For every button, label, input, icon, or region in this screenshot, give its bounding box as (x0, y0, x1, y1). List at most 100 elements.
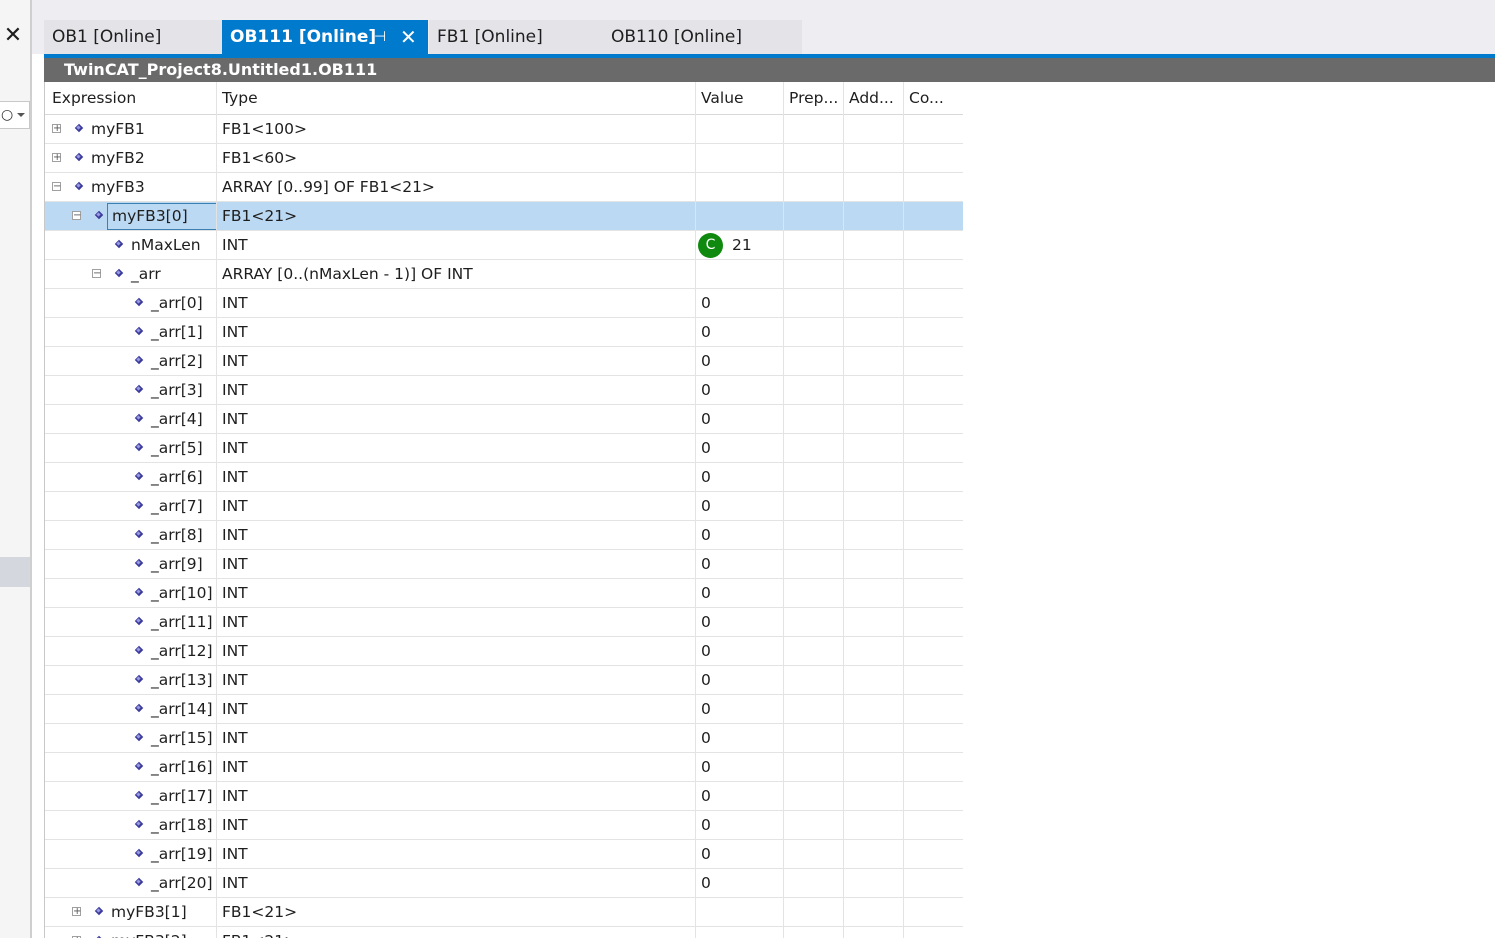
expression-cell[interactable]: _arr[16] (45, 753, 217, 782)
prepared-value-cell[interactable] (784, 724, 844, 753)
pin-icon[interactable]: ⊣ (374, 20, 386, 54)
value-cell[interactable]: C 21 (696, 231, 784, 260)
prepared-value-cell[interactable] (784, 811, 844, 840)
table-row[interactable]: _arr[16] INT 0 (45, 753, 963, 782)
value-cell[interactable]: 0 (696, 579, 784, 608)
expression-cell[interactable]: nMaxLen (45, 231, 217, 260)
table-row[interactable]: _arr[13] INT 0 (45, 666, 963, 695)
prepared-value-cell[interactable] (784, 376, 844, 405)
value-cell[interactable]: 0 (696, 550, 784, 579)
value-cell[interactable]: 0 (696, 318, 784, 347)
expand-icon[interactable]: + (72, 907, 81, 917)
expression-cell[interactable]: _arr[4] (45, 405, 217, 434)
value-cell[interactable]: 0 (696, 405, 784, 434)
value-cell[interactable]: 0 (696, 724, 784, 753)
expression-cell[interactable]: _arr[10] (45, 579, 217, 608)
value-cell[interactable] (696, 202, 784, 231)
table-row[interactable]: _arr[4] INT 0 (45, 405, 963, 434)
table-row[interactable]: _arr[3] INT 0 (45, 376, 963, 405)
table-row[interactable]: _arr[14] INT 0 (45, 695, 963, 724)
prepared-value-cell[interactable] (784, 608, 844, 637)
table-row[interactable]: _arr[5] INT 0 (45, 434, 963, 463)
table-row[interactable]: _arr[12] INT 0 (45, 637, 963, 666)
table-row[interactable]: _arr[0] INT 0 (45, 289, 963, 318)
value-cell[interactable] (696, 144, 784, 173)
value-cell[interactable]: 0 (696, 608, 784, 637)
left-panel-combo[interactable]: ○ (0, 101, 30, 129)
expression-cell[interactable]: _arr[17] (45, 782, 217, 811)
value-cell[interactable]: 0 (696, 869, 784, 898)
prepared-value-cell[interactable] (784, 492, 844, 521)
value-cell[interactable]: 0 (696, 782, 784, 811)
prepared-value-cell[interactable] (784, 753, 844, 782)
value-cell[interactable]: 0 (696, 492, 784, 521)
table-row[interactable]: _arr[10] INT 0 (45, 579, 963, 608)
value-cell[interactable]: 0 (696, 289, 784, 318)
prepared-value-cell[interactable] (784, 115, 844, 144)
table-row[interactable]: _arr[20] INT 0 (45, 869, 963, 898)
prepared-value-cell[interactable] (784, 463, 844, 492)
expression-cell[interactable]: _arr[9] (45, 550, 217, 579)
column-header-prepared-value[interactable]: Prep... (784, 82, 844, 115)
value-cell[interactable]: 0 (696, 347, 784, 376)
collapse-icon[interactable]: − (92, 269, 101, 279)
table-row[interactable]: _arr[2] INT 0 (45, 347, 963, 376)
left-panel-selected-item[interactable] (0, 557, 30, 587)
expression-cell[interactable]: _arr[5] (45, 434, 217, 463)
prepared-value-cell[interactable] (784, 695, 844, 724)
prepared-value-cell[interactable] (784, 550, 844, 579)
table-row[interactable]: _arr[6] INT 0 (45, 463, 963, 492)
tab-ob1[interactable]: OB1 [Online] (44, 20, 222, 54)
expression-cell[interactable]: _arr[3] (45, 376, 217, 405)
expression-cell[interactable]: − _arr (45, 260, 217, 289)
value-cell[interactable]: 0 (696, 753, 784, 782)
prepared-value-cell[interactable] (784, 231, 844, 260)
expression-cell[interactable]: _arr[19] (45, 840, 217, 869)
table-row[interactable]: _arr[9] INT 0 (45, 550, 963, 579)
value-cell[interactable] (696, 260, 784, 289)
prepared-value-cell[interactable] (784, 144, 844, 173)
expression-cell[interactable]: _arr[6] (45, 463, 217, 492)
table-row[interactable]: +myFB3[2]FB1<21> (45, 927, 963, 938)
value-cell[interactable]: 0 (696, 521, 784, 550)
value-cell[interactable]: 0 (696, 434, 784, 463)
collapse-icon[interactable]: − (72, 211, 81, 221)
column-header-comment[interactable]: Co... (904, 82, 963, 115)
prepared-value-cell[interactable] (784, 869, 844, 898)
prepared-value-cell[interactable] (784, 202, 844, 231)
expression-cell[interactable]: _arr[1] (45, 318, 217, 347)
prepared-value-cell[interactable] (784, 927, 844, 938)
expression-cell[interactable]: _arr[20] (45, 869, 217, 898)
prepared-value-cell[interactable] (784, 434, 844, 463)
expression-cell[interactable]: + myFB1 (45, 115, 217, 144)
expand-icon[interactable]: + (52, 153, 61, 163)
collapse-icon[interactable]: − (52, 182, 61, 192)
value-cell[interactable]: 0 (696, 637, 784, 666)
column-header-type[interactable]: Type (217, 82, 696, 115)
prepared-value-cell[interactable] (784, 347, 844, 376)
value-cell[interactable]: 0 (696, 376, 784, 405)
column-header-value[interactable]: Value (696, 82, 784, 115)
table-row[interactable]: + myFB3[1] FB1<21> (45, 898, 963, 927)
expression-cell[interactable]: _arr[2] (45, 347, 217, 376)
prepared-value-cell[interactable] (784, 579, 844, 608)
expression-cell[interactable]: + myFB2 (45, 144, 217, 173)
expression-cell[interactable]: + myFB3[1] (45, 898, 217, 927)
value-cell[interactable]: 0 (696, 695, 784, 724)
expression-cell[interactable]: − myFB3[0] (45, 202, 217, 231)
value-cell[interactable]: 0 (696, 811, 784, 840)
table-row[interactable]: _arr[17] INT 0 (45, 782, 963, 811)
close-tab-icon[interactable]: ✕ (400, 20, 417, 54)
expression-cell[interactable]: _arr[0] (45, 289, 217, 318)
expression-cell[interactable]: _arr[18] (45, 811, 217, 840)
table-row[interactable]: _arr[7] INT 0 (45, 492, 963, 521)
table-row[interactable]: − myFB3[0] FB1<21> (45, 202, 963, 231)
column-header-expression[interactable]: Expression (45, 82, 217, 115)
prepared-value-cell[interactable] (784, 521, 844, 550)
expression-cell[interactable]: _arr[15] (45, 724, 217, 753)
expression-cell[interactable]: +myFB3[2] (45, 927, 217, 938)
value-cell[interactable]: 0 (696, 463, 784, 492)
table-row[interactable]: _arr[18] INT 0 (45, 811, 963, 840)
table-row[interactable]: _arr[1] INT 0 (45, 318, 963, 347)
tab-fb1[interactable]: FB1 [Online] (429, 20, 603, 54)
